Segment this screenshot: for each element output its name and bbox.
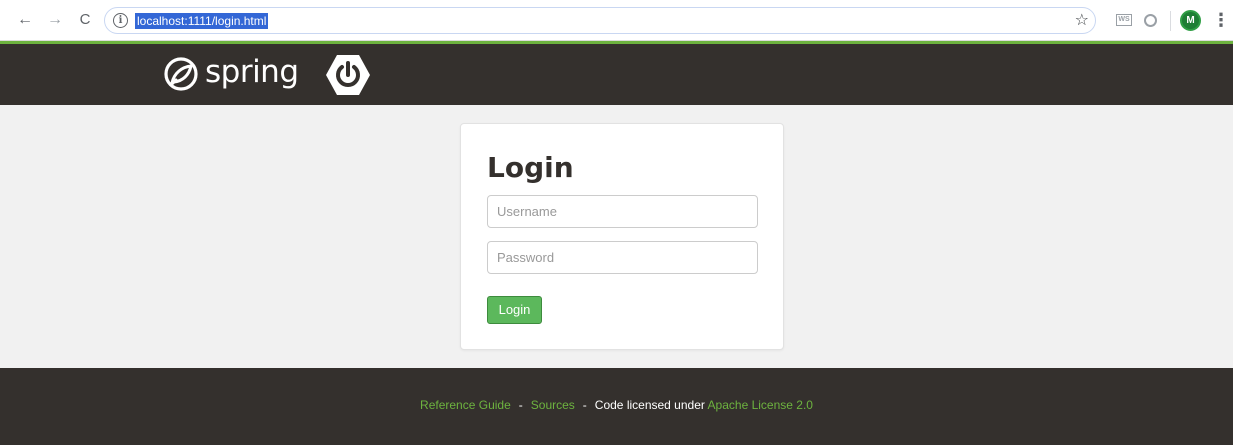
password-input[interactable] bbox=[487, 241, 758, 274]
username-input[interactable] bbox=[487, 195, 758, 228]
spring-leaf-icon bbox=[164, 57, 198, 91]
license-link[interactable]: Apache License 2.0 bbox=[708, 398, 813, 412]
site-header: spring bbox=[0, 41, 1233, 105]
url-text[interactable]: localhost:1111/login.html bbox=[135, 13, 269, 29]
browser-toolbar: ← → C i localhost:1111/login.html ☆ WS M… bbox=[0, 0, 1233, 41]
info-icon[interactable]: i bbox=[113, 13, 128, 28]
reference-guide-link[interactable]: Reference Guide bbox=[420, 398, 511, 412]
sources-link[interactable]: Sources bbox=[531, 398, 575, 412]
avatar[interactable]: M bbox=[1180, 10, 1201, 31]
footer-separator: - bbox=[582, 398, 587, 412]
bookmark-star-icon[interactable]: ☆ bbox=[1075, 11, 1089, 31]
login-card: Login Login bbox=[460, 123, 784, 350]
address-bar[interactable]: i localhost:1111/login.html ☆ bbox=[104, 7, 1096, 34]
circle-extension-icon[interactable] bbox=[1144, 14, 1157, 27]
kebab-menu-icon[interactable]: ⋮ bbox=[1212, 10, 1230, 30]
forward-arrow-icon[interactable]: → bbox=[46, 11, 64, 29]
spring-boot-power-icon[interactable] bbox=[325, 54, 371, 96]
reload-icon[interactable]: C bbox=[76, 11, 94, 29]
ws-extension-icon[interactable]: WS bbox=[1116, 14, 1132, 26]
footer-links: Reference Guide - Sources - Code licensed un… bbox=[0, 397, 1233, 413]
toolbar-divider bbox=[1170, 11, 1171, 31]
spring-logo-text: spring bbox=[205, 54, 299, 90]
license-text: Code licensed under bbox=[594, 398, 705, 412]
site-footer: Reference Guide - Sources - Code licensed un… bbox=[0, 368, 1233, 445]
footer-separator: - bbox=[518, 398, 523, 412]
page-title: Login bbox=[487, 151, 574, 184]
main-content: Login Login bbox=[0, 105, 1233, 368]
login-button[interactable]: Login bbox=[487, 296, 542, 324]
back-arrow-icon[interactable]: ← bbox=[16, 11, 34, 29]
